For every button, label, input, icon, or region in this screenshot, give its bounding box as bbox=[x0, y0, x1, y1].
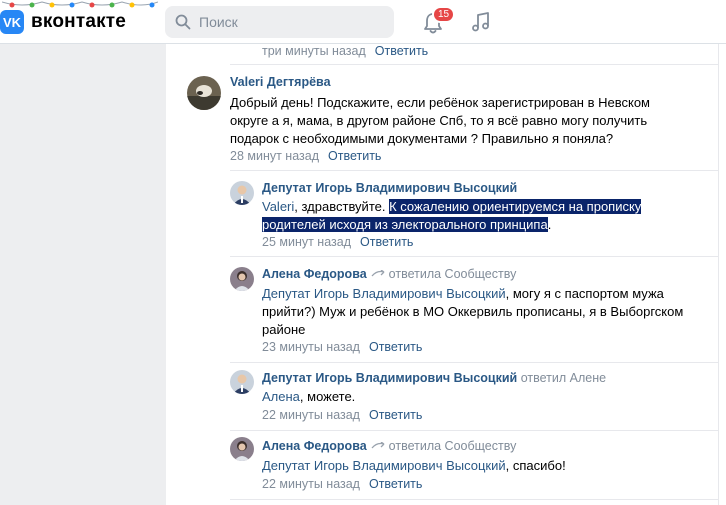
comment-text: Депутат Игорь Владимирович Высоцкий, спа… bbox=[262, 458, 566, 473]
author-name-link[interactable]: Депутат Игорь Владимирович Высоцкий bbox=[262, 371, 517, 385]
avatar-image-icon bbox=[230, 181, 254, 205]
divider bbox=[230, 256, 718, 257]
avatar[interactable] bbox=[187, 76, 221, 110]
garland-decoration bbox=[2, 1, 158, 8]
notifications-badge: 15 bbox=[432, 6, 456, 23]
avatar[interactable] bbox=[230, 370, 254, 394]
logo-text: вконтакте bbox=[31, 11, 127, 32]
comment-author: Депутат Игорь Владимирович Высоцкий отве… bbox=[262, 371, 606, 385]
mention-link[interactable]: Алена bbox=[262, 389, 300, 404]
comment-text: Добрый день! Подскажите, если ребёнок за… bbox=[230, 95, 650, 146]
comment-meta: 22 минуты назад Ответить bbox=[262, 477, 422, 491]
reply-link[interactable]: Ответить bbox=[369, 340, 422, 354]
divider bbox=[230, 64, 718, 65]
avatar-image-icon bbox=[230, 370, 254, 394]
avatar[interactable] bbox=[230, 437, 254, 461]
comment-author: Алена Федорова ответила Сообществу bbox=[262, 267, 516, 281]
vk-logo[interactable]: VK вконтакте bbox=[0, 10, 126, 34]
search-icon bbox=[175, 14, 191, 30]
comment-time: 22 минуты назад bbox=[262, 408, 360, 422]
avatar[interactable] bbox=[230, 267, 254, 291]
comment-text: Алена, можете. bbox=[262, 389, 356, 404]
comment-text: Депутат Игорь Владимирович Высоцкий, мог… bbox=[262, 286, 684, 337]
reply-arrow-icon bbox=[371, 441, 385, 449]
comment-time: 25 минут назад bbox=[262, 235, 351, 249]
comment-time: 23 минуты назад bbox=[262, 340, 360, 354]
comment-meta-previous: три минуты назад Ответить bbox=[262, 44, 428, 58]
comment-meta: 23 минуты назад Ответить bbox=[262, 340, 422, 354]
comment-author[interactable]: Депутат Игорь Владимирович Высоцкий bbox=[262, 181, 517, 195]
reply-link[interactable]: Ответить bbox=[375, 44, 428, 58]
divider bbox=[230, 499, 718, 500]
reply-to[interactable]: ответил Алене bbox=[521, 371, 606, 385]
reply-arrow-icon bbox=[371, 269, 385, 277]
divider bbox=[230, 430, 718, 431]
avatar-image-icon bbox=[230, 437, 254, 461]
reply-to[interactable]: ответила Сообществу bbox=[389, 267, 517, 281]
mention-link[interactable]: Депутат Игорь Владимирович Высоцкий bbox=[262, 286, 506, 301]
divider bbox=[230, 362, 718, 363]
vk-logo-icon: VK bbox=[0, 10, 24, 34]
reply-link[interactable]: Ответить bbox=[360, 235, 413, 249]
comment-text: Valeri, здравствуйте. К сожалению ориент… bbox=[262, 199, 642, 232]
search-box[interactable] bbox=[165, 6, 394, 38]
scrollbar[interactable] bbox=[718, 44, 726, 505]
comment-meta: 28 минут назад Ответить bbox=[230, 149, 381, 163]
reply-link[interactable]: Ответить bbox=[369, 477, 422, 491]
reply-link[interactable]: Ответить bbox=[369, 408, 422, 422]
avatar-image-icon bbox=[187, 76, 221, 110]
divider bbox=[230, 170, 718, 171]
reply-link[interactable]: Ответить bbox=[328, 149, 381, 163]
comment-author[interactable]: Valeri Дегтярёва bbox=[230, 75, 331, 89]
comment-time: 22 минуты назад bbox=[262, 477, 360, 491]
top-bar: VK вконтакте 15 bbox=[0, 0, 726, 44]
author-name-link[interactable]: Алена Федорова bbox=[262, 439, 367, 453]
comment-meta: 22 минуты назад Ответить bbox=[262, 408, 422, 422]
comment-author: Алена Федорова ответила Сообществу bbox=[262, 439, 516, 453]
reply-to[interactable]: ответила Сообществу bbox=[389, 439, 517, 453]
music-icon[interactable] bbox=[470, 11, 492, 33]
avatar[interactable] bbox=[230, 181, 254, 205]
avatar-image-icon bbox=[230, 267, 254, 291]
mention-link[interactable]: Депутат Игорь Владимирович Высоцкий bbox=[262, 458, 506, 473]
comment-meta: 25 минут назад Ответить bbox=[262, 235, 413, 249]
comment-time: три минуты назад bbox=[262, 44, 366, 58]
author-name-link[interactable]: Алена Федорова bbox=[262, 267, 367, 281]
comment-time: 28 минут назад bbox=[230, 149, 319, 163]
comments-panel: три минуты назад Ответить Valeri Дегтярёв… bbox=[166, 44, 718, 505]
search-input[interactable] bbox=[199, 14, 389, 30]
mention-link[interactable]: Valeri bbox=[262, 199, 294, 214]
